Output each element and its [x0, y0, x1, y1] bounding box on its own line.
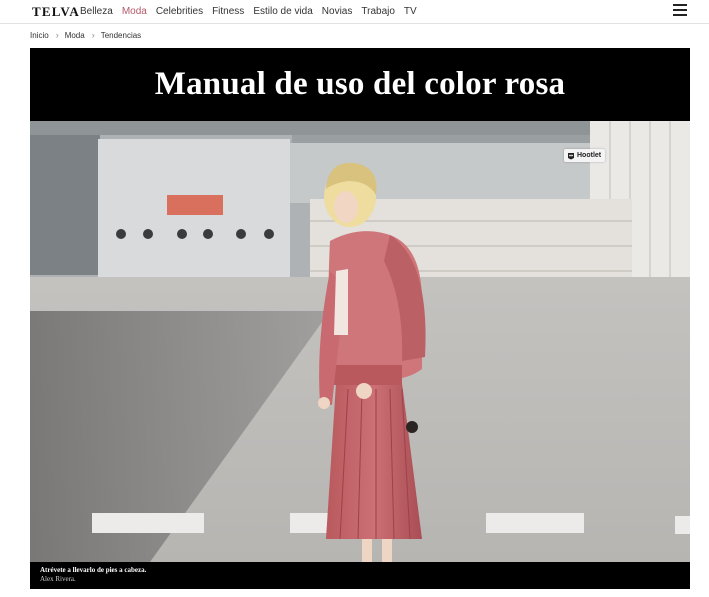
nav-item-celebrities[interactable]: Celebrities: [156, 6, 203, 17]
hamburger-icon[interactable]: [673, 4, 687, 16]
breadcrumb: Inicio › Moda › Tendencias: [30, 30, 141, 40]
top-nav: TELVA Belleza Moda Celebrities Fitness E…: [0, 0, 709, 24]
photo-credit: Alex Rivera.: [40, 575, 76, 583]
nav-item-trabajo[interactable]: Trabajo: [361, 6, 395, 17]
nav-item-tv[interactable]: TV: [404, 6, 417, 17]
nav-item-estilo-de-vida[interactable]: Estilo de vida: [253, 6, 312, 17]
chevron-right-icon: ›: [91, 30, 95, 40]
nav-item-fitness[interactable]: Fitness: [212, 6, 244, 17]
hero-image: Hootlet: [30, 121, 690, 562]
chevron-right-icon: ›: [55, 30, 59, 40]
hootlet-label: Hootlet: [577, 152, 602, 159]
main-menu: Belleza Moda Celebrities Fitness Estilo …: [80, 6, 426, 17]
image-caption: Atrévete a llevarlo de pies a cabeza. Al…: [30, 562, 690, 589]
breadcrumb-tendencias[interactable]: Tendencias: [101, 31, 141, 40]
nav-item-moda[interactable]: Moda: [122, 6, 147, 17]
article-title: Manual de uso del color rosa: [154, 66, 566, 102]
breadcrumb-moda[interactable]: Moda: [65, 31, 85, 40]
hootlet-button[interactable]: Hootlet: [564, 149, 606, 162]
hero-photo-illustration: [30, 121, 690, 562]
nav-item-belleza[interactable]: Belleza: [80, 6, 113, 17]
site-logo[interactable]: TELVA: [32, 4, 80, 20]
owl-icon: [568, 152, 574, 159]
breadcrumb-inicio[interactable]: Inicio: [30, 31, 49, 40]
caption-text: Atrévete a llevarlo de pies a cabeza.: [40, 566, 147, 574]
nav-item-novias[interactable]: Novias: [322, 6, 353, 17]
article-title-banner: Manual de uso del color rosa: [30, 48, 690, 121]
